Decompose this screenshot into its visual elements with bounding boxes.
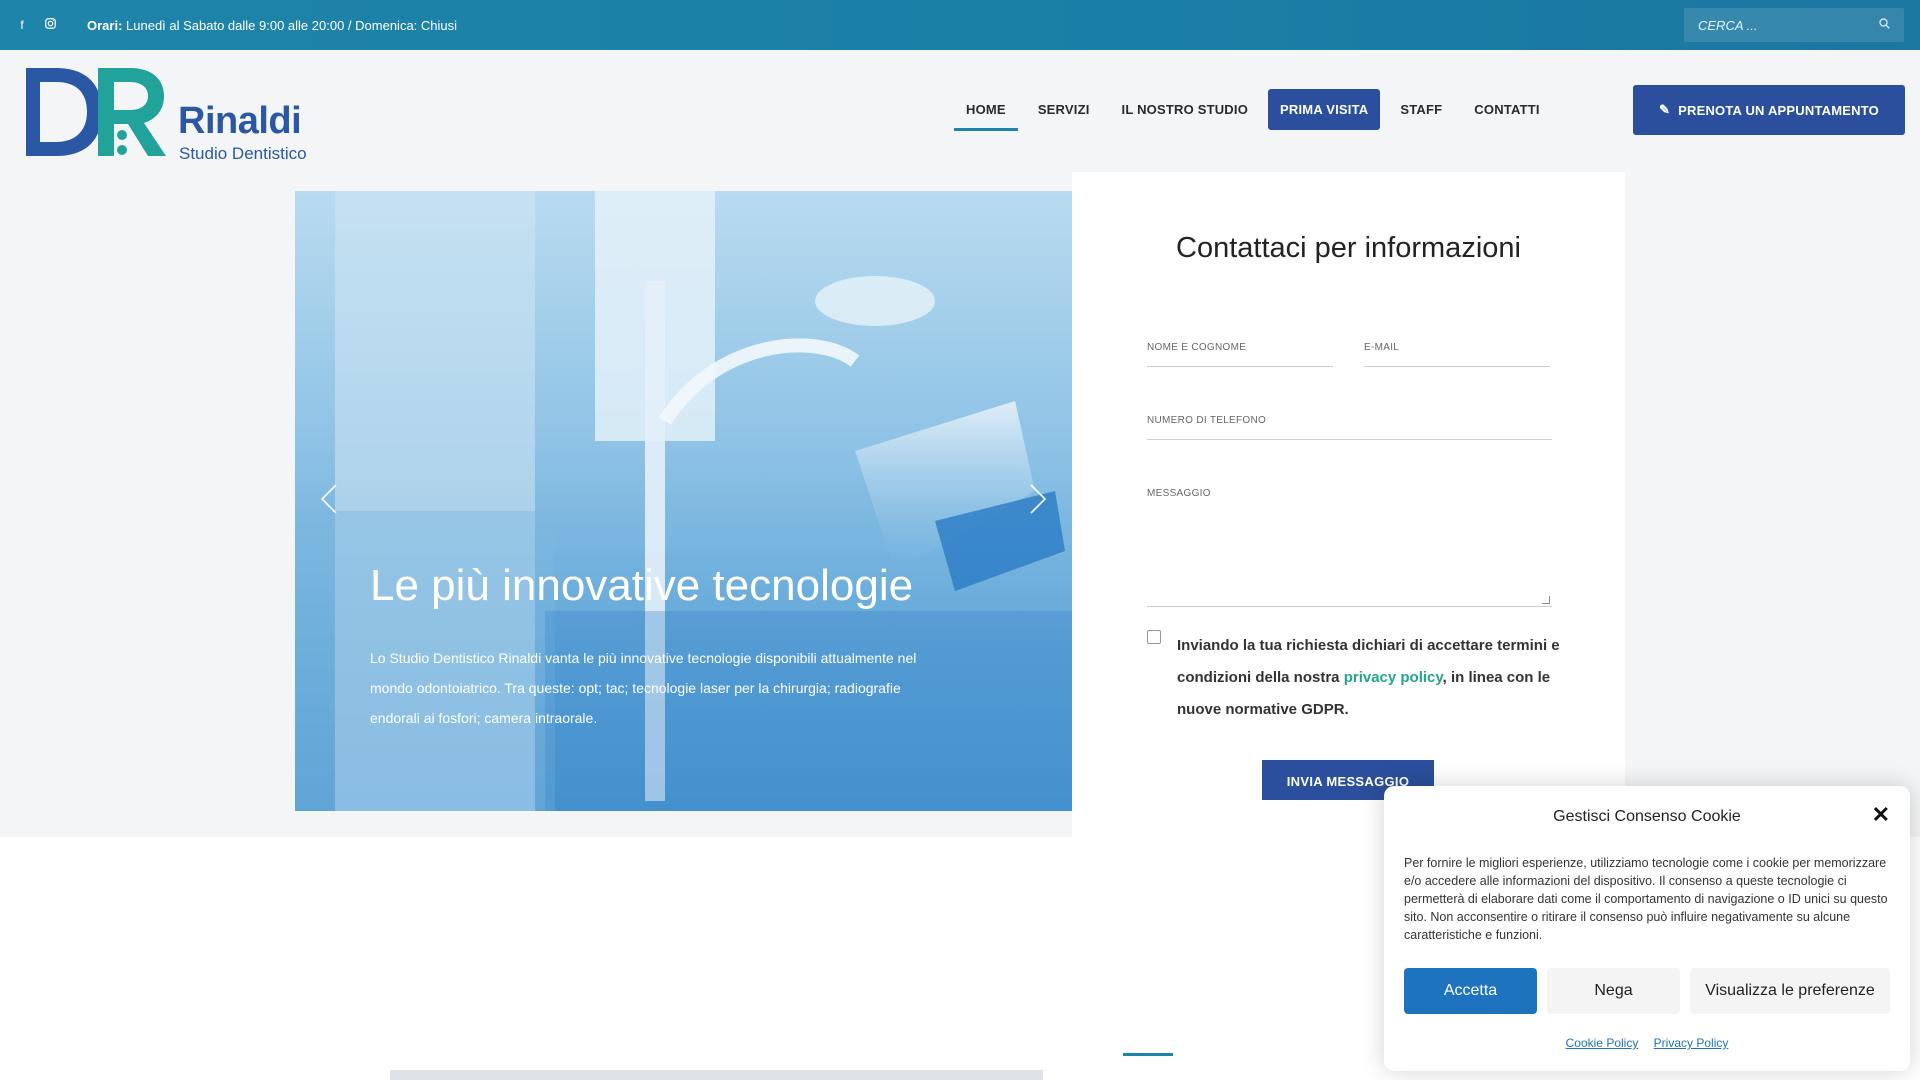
- accept-button[interactable]: Accetta: [1404, 968, 1537, 1014]
- hero-slider: Le più innovative tecnologie Lo Studio D…: [295, 191, 1072, 811]
- search-input[interactable]: [1698, 17, 1879, 33]
- contact-form-card: Contattaci per informazioni NOME E COGNO…: [1072, 172, 1625, 837]
- site-header: Rinaldi Studio Dentistico HOME SERVIZI I…: [0, 50, 1920, 170]
- cookie-buttons: Accetta Nega Visualizza le preferenze: [1404, 968, 1890, 1014]
- message-label: MESSAGGIO: [1147, 488, 1211, 499]
- nav-il-nostro-studio[interactable]: IL NOSTRO STUDIO: [1110, 90, 1260, 129]
- logo[interactable]: Rinaldi Studio Dentistico: [18, 60, 328, 163]
- section-divider: [1123, 1053, 1173, 1056]
- cookie-consent-modal: Gestisci Consenso Cookie ✕ Per fornire l…: [1384, 786, 1910, 1071]
- privacy-policy-link[interactable]: privacy policy: [1344, 669, 1443, 686]
- form-title: Contattaci per informazioni: [1176, 232, 1521, 264]
- book-appointment-button[interactable]: ✎ PRENOTA UN APPUNTAMENTO: [1633, 85, 1905, 135]
- consent-text: Inviando la tua richiesta dichiari di ac…: [1177, 637, 1560, 718]
- nav-contatti[interactable]: CONTATTI: [1462, 90, 1551, 129]
- pencil-icon: ✎: [1659, 102, 1671, 117]
- section-image: [390, 1070, 1043, 1080]
- resize-handle-icon[interactable]: [1542, 596, 1550, 604]
- opening-hours: Orari: Lunedì al Sabato dalle 9:00 alle …: [87, 17, 458, 33]
- phone-label: NUMERO DI TELEFONO: [1147, 415, 1267, 426]
- logo-name: Rinaldi: [178, 100, 302, 142]
- slider-next-arrow[interactable]: [1029, 483, 1047, 523]
- preferences-button[interactable]: Visualizza le preferenze: [1690, 968, 1890, 1014]
- nav-servizi[interactable]: SERVIZI: [1026, 90, 1102, 129]
- nav-staff[interactable]: STAFF: [1388, 90, 1454, 129]
- search-box: [1684, 8, 1904, 42]
- email-label: E-MAIL: [1364, 342, 1400, 353]
- deny-button[interactable]: Nega: [1547, 968, 1680, 1014]
- top-bar: f Orari: Lunedì al Sabato dalle 9:00 all…: [0, 0, 1920, 50]
- facebook-icon[interactable]: f: [15, 18, 29, 32]
- consent-checkbox[interactable]: [1147, 630, 1161, 644]
- name-field[interactable]: NOME E COGNOME: [1147, 337, 1333, 367]
- social-links: f: [15, 18, 57, 32]
- hero-text: Lo Studio Dentistico Rinaldi vanta le pi…: [370, 650, 917, 726]
- hero-title: Le più innovative tecnologie: [370, 561, 914, 610]
- phone-field[interactable]: NUMERO DI TELEFONO: [1147, 410, 1552, 440]
- cookie-body: Per fornire le migliori esperienze, util…: [1404, 856, 1888, 942]
- name-label: NOME E COGNOME: [1147, 342, 1247, 353]
- cookie-links: Cookie Policy Privacy Policy: [1384, 1036, 1910, 1050]
- nav-home[interactable]: HOME: [954, 90, 1018, 131]
- privacy-consent: Inviando la tua richiesta dichiari di ac…: [1147, 630, 1567, 726]
- message-field[interactable]: MESSAGGIO: [1147, 483, 1552, 607]
- nav-prima-visita[interactable]: PRIMA VISITA: [1268, 89, 1381, 130]
- book-appointment-label: PRENOTA UN APPUNTAMENTO: [1678, 102, 1879, 118]
- logo-subtitle: Studio Dentistico: [179, 144, 307, 163]
- email-field[interactable]: E-MAIL: [1364, 337, 1550, 367]
- cookie-title: Gestisci Consenso Cookie: [1553, 808, 1741, 825]
- search-icon[interactable]: [1879, 18, 1890, 32]
- cookie-policy-link[interactable]: Cookie Policy: [1566, 1036, 1639, 1050]
- slider-prev-arrow[interactable]: [320, 483, 338, 523]
- close-icon[interactable]: ✕: [1872, 802, 1890, 828]
- logo-mark-icon: [26, 68, 166, 156]
- instagram-icon[interactable]: [43, 18, 57, 32]
- privacy-policy-modal-link[interactable]: Privacy Policy: [1654, 1036, 1729, 1050]
- main-nav: HOME SERVIZI IL NOSTRO STUDIO PRIMA VISI…: [950, 89, 1556, 131]
